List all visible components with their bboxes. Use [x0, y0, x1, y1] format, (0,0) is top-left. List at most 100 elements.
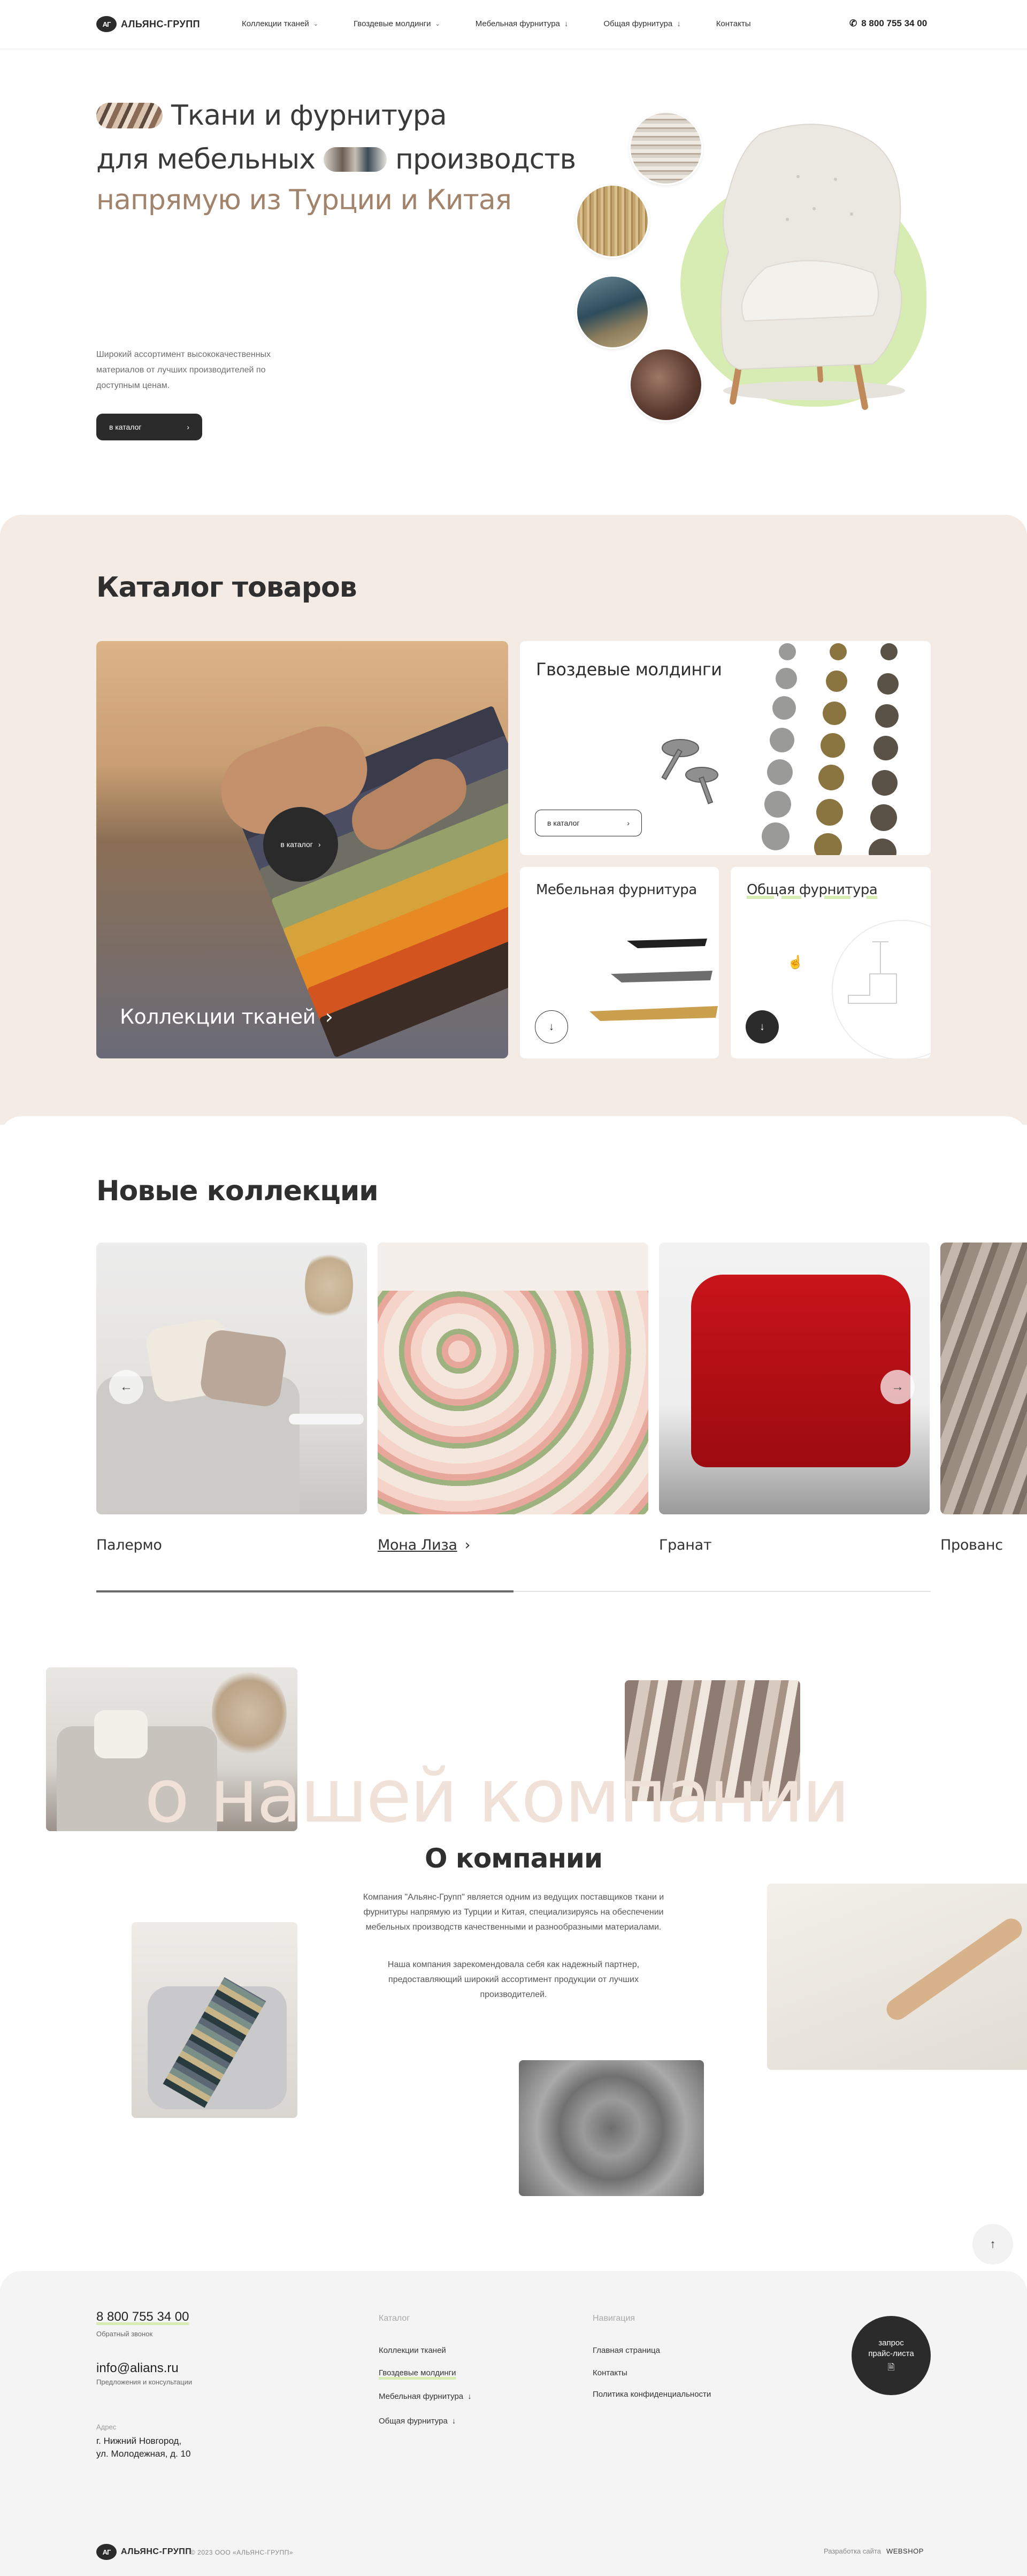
hero-catalog-button-label: в каталог	[109, 423, 142, 431]
footer-logo[interactable]: АГ АЛЬЯНС-ГРУПП	[96, 2544, 191, 2560]
arrow-down-icon[interactable]: ↓	[535, 1010, 568, 1043]
header-phone-number: 8 800 755 34 00	[861, 18, 928, 28]
about-photo-velvet	[519, 2060, 704, 2196]
logo-mark: АГ	[96, 2544, 117, 2560]
swatch-linen	[629, 111, 703, 185]
footer-link-fabrics[interactable]: Коллекции тканей	[379, 2346, 446, 2355]
footer-phone-note: Обратный звонок	[96, 2330, 153, 2338]
footer-link-privacy[interactable]: Политика конфиденциальности	[593, 2390, 711, 2399]
price-list-request-button[interactable]: запрос прайс-листа 🗎	[852, 2316, 931, 2395]
chevron-right-icon: ›	[187, 423, 189, 431]
arrow-down-icon: ↓	[451, 2417, 456, 2426]
price-button-line-2: прайс-листа	[868, 2349, 914, 2358]
dried-flowers-image	[305, 1248, 353, 1323]
footer-link-general[interactable]: Общая фурнитура ↓	[379, 2417, 456, 2426]
arrow-right-icon: →	[891, 1380, 904, 1394]
hero-description: Широкий ассортимент высококачественных м…	[96, 350, 271, 390]
chevron-right-icon: ›	[627, 819, 630, 827]
slider-next-button[interactable]: →	[880, 1370, 915, 1404]
arrow-down-icon[interactable]: ↓	[746, 1010, 779, 1043]
footer-copyright: © 2023 ООО «АЛЬЯНС-ГРУПП»	[190, 2549, 293, 2556]
footer-address: г. Нижний Новгород, ул. Молодежная, д. 1…	[96, 2435, 190, 2460]
nail-molding-image	[661, 643, 899, 855]
price-button-line-1: запрос	[878, 2338, 904, 2348]
footer-address-label: Адрес	[96, 2423, 117, 2431]
card-general-title: Общая фурнитура	[747, 882, 878, 898]
hero-catalog-button[interactable]: в каталог ›	[96, 414, 202, 440]
about-paragraph-1: Компания "Альянс-Групп" является одним и…	[363, 1893, 664, 1932]
collection-name-label: Мона Лиза	[378, 1537, 457, 1553]
footer-link-label: Общая фурнитура	[379, 2417, 448, 2426]
nav-item-label: Мебельная фурнитура	[475, 19, 560, 28]
fabrics-catalog-button[interactable]: в каталог ›	[263, 807, 338, 882]
footer-phone[interactable]: 8 800 755 34 00	[96, 2310, 189, 2325]
phone-icon: ✆	[849, 18, 857, 28]
collection-name-mona-liza[interactable]: Мона Лиза ›	[378, 1526, 470, 1560]
catalog-title: Каталог товаров	[96, 571, 357, 604]
slider-progress[interactable]	[96, 1590, 931, 1592]
nav-item-fabrics[interactable]: Коллекции тканей ⌄	[242, 19, 318, 28]
nav-item-general[interactable]: Общая фурнитура ↓	[603, 19, 680, 28]
collection-name-granat[interactable]: Гранат	[659, 1537, 712, 1553]
scroll-to-top-button[interactable]: ↑	[972, 2224, 1013, 2265]
header-phone[interactable]: ✆ 8 800 755 34 00	[849, 18, 927, 29]
footer-email[interactable]: info@alians.ru	[96, 2361, 179, 2376]
collection-name-provans[interactable]: Прованс	[940, 1537, 1003, 1553]
red-armchair-image	[691, 1275, 910, 1467]
card-general[interactable]: Общая фурнитура ☝ ↓	[731, 867, 931, 1058]
logo-mark: АГ	[96, 16, 117, 32]
footer-link-label: Мебельная фурнитура	[379, 2392, 464, 2401]
cursor-icon: ☝	[787, 955, 803, 970]
fabric-roll-pill-image	[324, 147, 387, 172]
chevron-down-icon: ⌄	[313, 21, 319, 27]
card-fabrics[interactable]: в каталог › Коллекции тканей ›	[96, 641, 508, 1058]
arrow-down-icon: ↓	[467, 2392, 472, 2401]
collection-name-palermo[interactable]: Палермо	[96, 1537, 162, 1553]
footer-link-furniture[interactable]: Мебельная фурнитура ↓	[379, 2392, 472, 2401]
card-moldings[interactable]: Гвоздевые молдинги в каталог ›	[520, 641, 931, 855]
footer-link-moldings[interactable]: Гвоздевые молдинги	[379, 2368, 456, 2377]
logo-text: АЛЬЯНС-ГРУПП	[121, 18, 201, 29]
dried-flowers-image	[212, 1667, 287, 1758]
nav-item-contacts[interactable]: Контакты	[716, 19, 751, 28]
nav-item-label: Общая фурнитура	[603, 19, 673, 28]
nav-item-label: Контакты	[716, 19, 751, 28]
collection-card-mona-liza[interactable]	[378, 1243, 648, 1514]
nav-item-label: Гвоздевые молдинги	[354, 19, 431, 28]
hero-line-2a-text: для мебельных	[96, 143, 316, 176]
moldings-catalog-button[interactable]: в каталог ›	[535, 810, 642, 836]
page: АГ АЛЬЯНС-ГРУПП Коллекции тканей ⌄ Гвозд…	[0, 0, 1027, 2576]
footer: 8 800 755 34 00 Обратный звонок info@ali…	[0, 2271, 1027, 2576]
slider-progress-fill	[96, 1590, 514, 1592]
slider-prev-button[interactable]: ←	[109, 1370, 143, 1404]
logo-text: АЛЬЯНС-ГРУПП	[121, 2547, 192, 2556]
footer-developer-name: WEBSHOP	[886, 2547, 924, 2555]
swatch-leather	[629, 348, 703, 422]
hero-line-2: для мебельных производств	[96, 143, 576, 176]
card-furniture[interactable]: Мебельная фурнитура ↓	[520, 867, 719, 1058]
chevron-down-icon: ⌄	[435, 21, 440, 27]
site-header: АГ АЛЬЯНС-ГРУПП Коллекции тканей ⌄ Гвозд…	[0, 0, 1027, 49]
hero-line-1-text: Ткани и фурнитура	[171, 100, 447, 132]
pillow-image	[198, 1328, 288, 1408]
about-photo-armchair	[767, 1884, 1027, 2070]
collection-card-provans[interactable]	[940, 1243, 1027, 1514]
pillow-image	[94, 1710, 148, 1758]
footer-link-contacts[interactable]: Контакты	[593, 2368, 627, 2377]
card-furniture-title: Мебельная фурнитура	[536, 882, 697, 898]
fabric-pill-image	[96, 103, 163, 128]
logo[interactable]: АГ АЛЬЯНС-ГРУПП	[96, 16, 200, 32]
swatch-blue	[576, 275, 649, 349]
nav-item-furniture[interactable]: Мебельная фурнитура ↓	[476, 19, 569, 28]
nav-item-label: Коллекции тканей	[242, 19, 309, 28]
footer-email-note: Предложения и консультации	[96, 2378, 193, 2386]
fabrics-catalog-button-label: в каталог	[280, 840, 313, 849]
side-table-image	[289, 1414, 364, 1424]
footer-link-home[interactable]: Главная страница	[593, 2346, 660, 2355]
wood-arm-image	[882, 1914, 1026, 2024]
hero-line-1: Ткани и фурнитура	[96, 100, 447, 132]
nav-item-moldings[interactable]: Гвоздевые молдинги ⌄	[354, 19, 440, 28]
document-icon: 🗎	[887, 2363, 895, 2372]
footer-developer-link[interactable]: Разработка сайта WEBSHOP	[824, 2547, 924, 2555]
card-fabrics-title: Коллекции тканей	[120, 1005, 316, 1028]
